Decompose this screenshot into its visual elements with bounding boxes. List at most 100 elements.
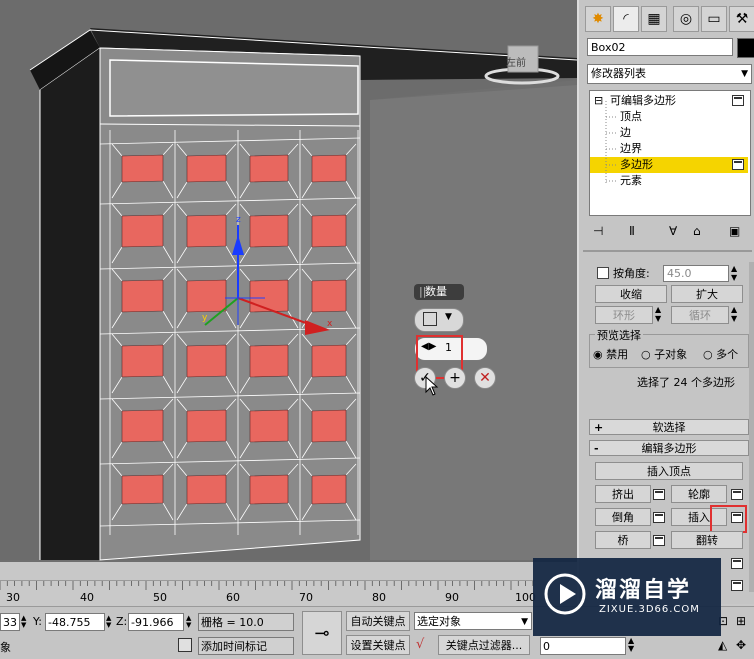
bridge-button[interactable]: 桥 [595,531,651,549]
selected-polygon-face[interactable] [311,344,347,378]
ruler-ticks [0,581,534,590]
selected-polygon-face[interactable] [311,279,347,313]
bridge-settings-icon[interactable] [653,535,665,546]
time-ruler[interactable]: 30 40 50 60 70 80 90 100 [0,580,536,607]
watermark-name: 溜溜自学 [595,578,692,603]
create-tab[interactable]: ✸ [585,6,611,32]
object-name-field[interactable]: Box02 [587,38,733,56]
extrude-settings-icon[interactable] [653,489,665,500]
soft-selection-rollout[interactable]: + 软选择 [589,419,749,435]
selected-polygon-face[interactable] [311,474,347,505]
selected-polygon-face[interactable] [186,214,227,248]
make-unique-icon[interactable]: ∀ [669,224,677,238]
current-frame-field[interactable]: 0 [540,637,626,655]
selected-polygon-face[interactable] [311,214,347,248]
inset-type-dropdown[interactable]: ▼ [414,308,464,332]
cancel-button[interactable]: ✕ [474,367,496,389]
z-coordinate-field[interactable]: -91.966 [128,613,184,631]
selected-polygon-face[interactable] [121,409,164,443]
selection-set-dropdown[interactable]: 选定对象 ▼ [414,612,532,630]
viewcube-label[interactable]: 左前 [506,54,526,69]
selected-polygon-face[interactable] [311,154,347,183]
preview-disabled-radio[interactable]: ◉ 禁用 [593,346,628,362]
selected-polygon-face[interactable] [186,409,227,443]
object-color-swatch[interactable] [737,38,754,58]
remove-modifier-icon[interactable]: ⌂ [693,224,701,238]
panel-scrollbar[interactable] [749,262,754,592]
set-key-mode-button[interactable]: ⊸ [302,611,342,655]
shrink-button[interactable]: 收缩 [595,285,667,303]
spinner-icon[interactable]: ▲ ▼ [655,305,661,323]
spinner-icon[interactable]: ▲ ▼ [628,637,634,653]
zoom-all-icon[interactable]: ⊞ [736,614,746,628]
time-tag-icon[interactable] [178,638,192,652]
selected-polygon-face[interactable] [249,279,289,313]
stack-toggle-icon[interactable] [732,159,744,170]
spinner-icon[interactable]: ▲ ▼ [731,264,737,282]
ruler-label: 40 [80,591,94,604]
preview-subobject-radio[interactable]: ○ 子对象 [641,346,687,362]
selected-polygon-face[interactable] [121,474,164,505]
selected-polygon-face[interactable] [121,214,164,248]
selected-polygon-face[interactable] [249,344,289,378]
display-icon: ▭ [707,11,721,27]
key-filters-button[interactable]: 关键点过滤器... [438,635,530,655]
selected-polygon-face[interactable] [249,154,289,183]
field-of-view-icon[interactable]: ◭ [718,638,727,652]
selected-polygon-face[interactable] [186,344,227,378]
selected-polygon-face[interactable] [121,344,164,378]
spinner-icon[interactable]: ▲ ▼ [21,615,26,629]
flip-button[interactable]: 翻转 [671,531,743,549]
selected-polygon-face[interactable] [249,409,289,443]
preview-multi-radio[interactable]: ○ 多个 [703,346,738,362]
stack-toggle-icon[interactable] [732,95,744,106]
y-coordinate-field[interactable]: -48.755 [45,613,105,631]
outline-button[interactable]: 轮廓 [671,485,727,503]
apply-continue-button[interactable]: + [444,367,466,389]
add-time-tag-field[interactable]: 添加时间标记 [198,637,294,655]
display-tab[interactable]: ▭ [701,6,727,32]
edit-polygons-rollout[interactable]: - 编辑多边形 [589,440,749,456]
motion-tab[interactable]: ◎ [673,6,699,32]
spinner-icon[interactable]: ▲ ▼ [106,615,111,629]
selected-polygon-face[interactable] [121,279,164,313]
selected-polygon-face[interactable] [249,214,289,248]
pin-stack-icon[interactable]: ⊣ [593,224,603,238]
bevel-button[interactable]: 倒角 [595,508,651,526]
perspective-viewport[interactable]: z y x 左前 ||数量 ▼ ◀▶ 1 ✓ + ✕ [0,0,577,562]
by-angle-field[interactable]: 45.0 [663,265,729,282]
modifier-stack[interactable]: ⊟ 可编辑多边形 顶点 边 边界 多边形 元素 [589,90,751,216]
selected-polygon-face[interactable] [249,474,289,505]
bevel-settings-icon[interactable] [653,512,665,523]
cabinet-scene[interactable]: z y x [0,0,577,562]
grow-button[interactable]: 扩大 [671,285,743,303]
settings-icon[interactable] [731,558,743,569]
spinner-icon[interactable]: ▲ ▼ [186,615,191,629]
spinner-icon[interactable]: ▲ ▼ [731,305,737,323]
modifier-list-dropdown[interactable]: 修改器列表 ▼ [587,64,752,84]
loop-button[interactable]: 循环 [671,306,729,324]
svg-text:x: x [327,319,333,329]
ring-button[interactable]: 环形 [595,306,653,324]
show-end-result-icon[interactable]: Ⅱ [629,224,635,238]
modify-tab[interactable]: ◜ [613,6,639,32]
selected-polygon-face[interactable] [311,409,347,443]
hierarchy-tab[interactable]: ▦ [641,6,667,32]
selected-polygon-face[interactable] [186,474,227,505]
insert-vertex-button[interactable]: 插入顶点 [595,462,743,480]
x-coordinate-field[interactable]: 33 [0,613,20,631]
selected-polygon-face[interactable] [121,154,164,183]
key-tangent-icon[interactable]: √ [416,637,424,652]
outline-settings-icon[interactable] [731,489,743,500]
set-key-button[interactable]: 设置关键点 [346,635,410,655]
settings-icon[interactable] [731,580,743,591]
utilities-tab[interactable]: ⚒ [729,6,754,32]
selected-polygon-face[interactable] [186,279,227,313]
extrude-button[interactable]: 挤出 [595,485,651,503]
pan-icon[interactable]: ✥ [736,638,746,652]
auto-key-button[interactable]: 自动关键点 [346,611,410,631]
configure-sets-icon[interactable]: ▣ [729,224,740,238]
by-angle-checkbox[interactable] [597,267,609,279]
play-logo-icon [544,573,586,615]
selected-polygon-face[interactable] [186,154,227,183]
